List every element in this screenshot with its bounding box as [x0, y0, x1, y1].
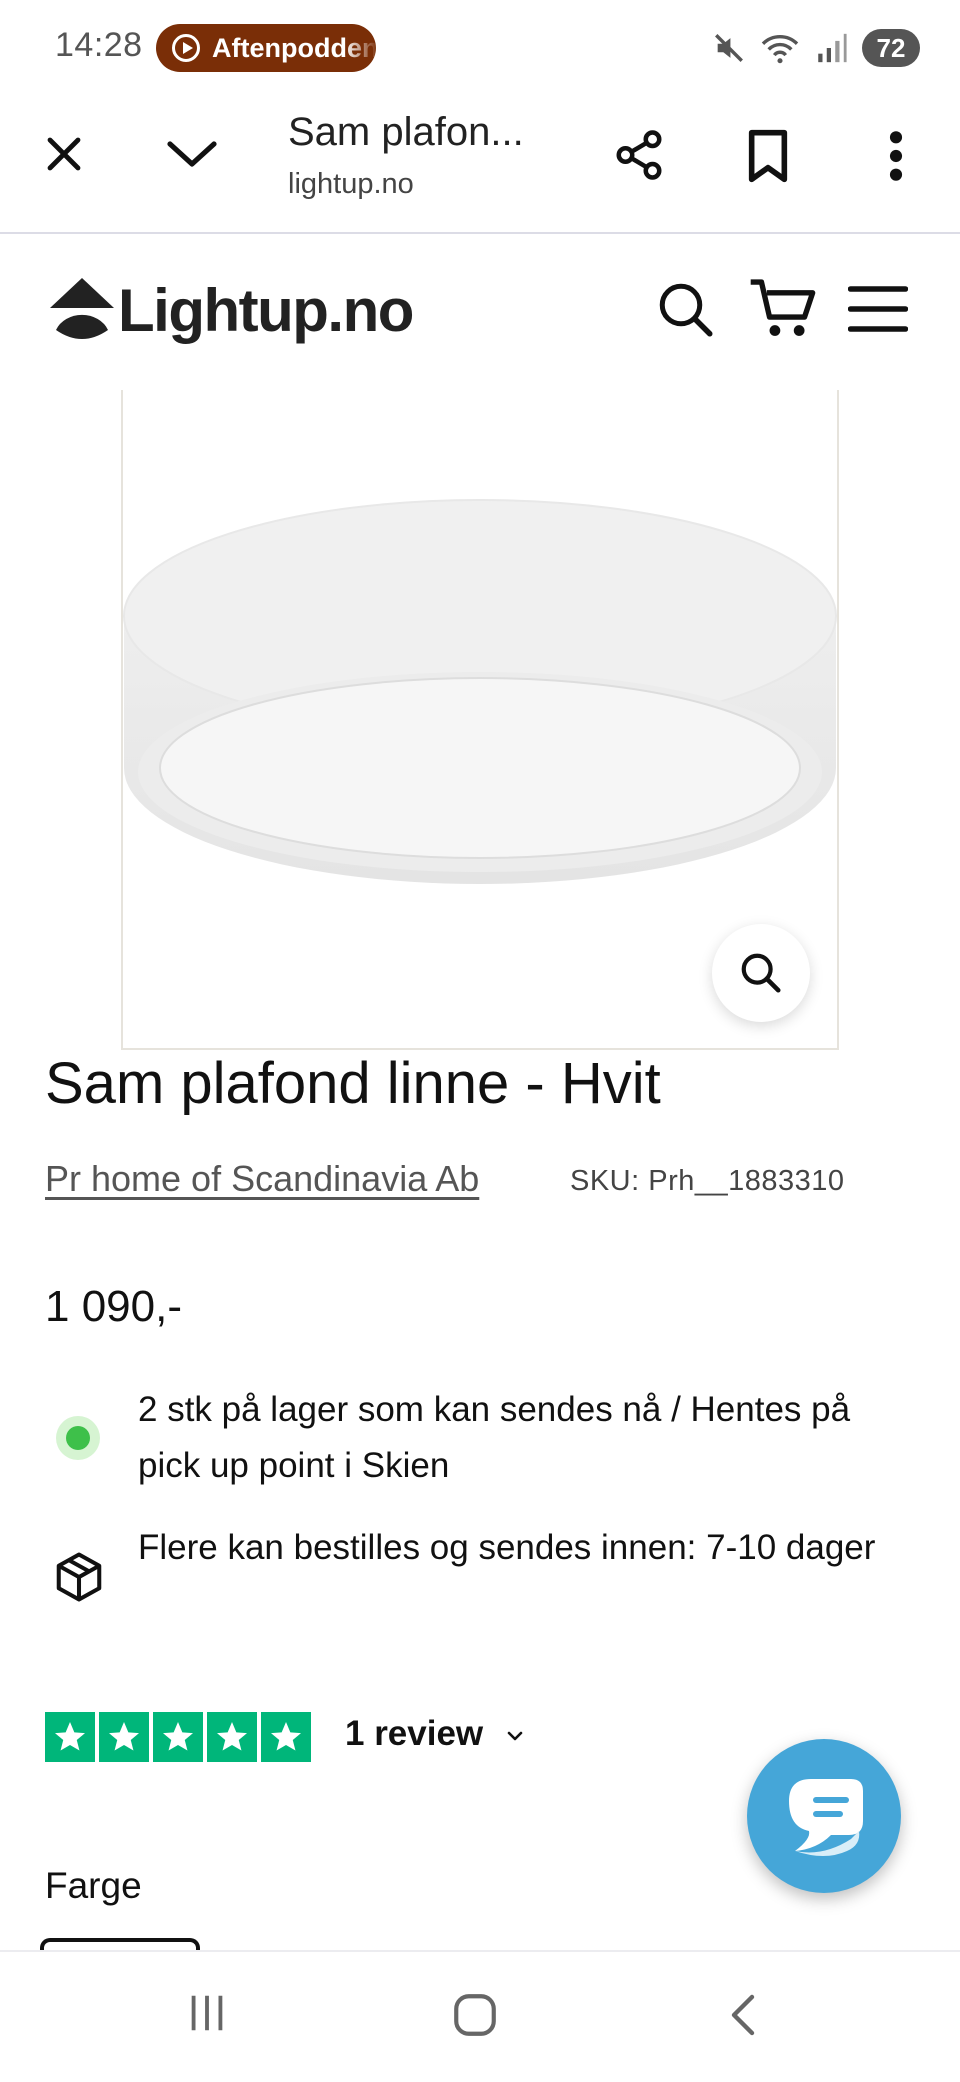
- star-icon: [99, 1712, 149, 1762]
- media-pill-label: Aftenpodden: [212, 32, 376, 63]
- color-option-label: Farge: [45, 1865, 142, 1906]
- recent-apps-icon[interactable]: [184, 1990, 230, 2036]
- package-icon: [56, 1552, 102, 1602]
- review-count-toggle[interactable]: 1 review: [345, 1714, 527, 1754]
- mute-icon: [715, 34, 743, 62]
- status-bar: 14:28 Aftenpodden 72: [0, 0, 960, 96]
- zoom-icon: [741, 953, 781, 993]
- status-time: 14:28: [55, 26, 143, 64]
- battery-icon: 72: [862, 29, 920, 67]
- zoom-button[interactable]: [712, 924, 810, 1022]
- product-sku: SKU: Prh__1883310: [570, 1165, 845, 1197]
- share-icon[interactable]: [612, 128, 666, 182]
- product-price: 1 090,-: [45, 1282, 182, 1331]
- trustpilot-stars[interactable]: [45, 1712, 311, 1762]
- more-vertical-icon[interactable]: [878, 128, 914, 184]
- star-icon: [261, 1712, 311, 1762]
- chevron-down-icon: [507, 1731, 523, 1741]
- star-icon: [45, 1712, 95, 1762]
- chat-icon: [789, 1779, 863, 1856]
- status-icons: 72: [712, 28, 920, 68]
- star-icon: [153, 1712, 203, 1762]
- stock-status-text: 2 stk på lager som kan sendes nå / Hente…: [138, 1390, 851, 1485]
- delivery-info-text: Flere kan bestilles og sendes innen: 7-1…: [138, 1528, 876, 1567]
- chat-button[interactable]: [747, 1739, 901, 1893]
- media-pill[interactable]: Aftenpodden: [156, 24, 376, 72]
- brand-link[interactable]: Pr home of Scandinavia Ab: [45, 1158, 479, 1200]
- url-text[interactable]: lightup.no: [288, 168, 414, 201]
- cart-icon[interactable]: [748, 276, 818, 342]
- review-count-label: 1 review: [345, 1714, 484, 1753]
- home-icon[interactable]: [450, 1990, 500, 2040]
- site-logo[interactable]: Lightup.no: [118, 276, 414, 345]
- chevron-down-icon[interactable]: [164, 130, 220, 178]
- product-title: Sam plafond linne - Hvit: [45, 1051, 661, 1116]
- page-title-tab[interactable]: Sam plafon...: [288, 110, 524, 155]
- menu-icon[interactable]: [848, 284, 908, 334]
- close-icon[interactable]: [40, 130, 88, 178]
- signal-icon: [818, 33, 847, 63]
- bookmark-icon[interactable]: [742, 128, 794, 184]
- back-icon[interactable]: [724, 1990, 764, 2040]
- wifi-icon: [761, 35, 799, 64]
- logo-icon[interactable]: [46, 274, 118, 346]
- search-icon[interactable]: [656, 280, 716, 340]
- play-icon: [172, 34, 200, 62]
- stock-status-dot: [66, 1426, 90, 1450]
- star-icon: [207, 1712, 257, 1762]
